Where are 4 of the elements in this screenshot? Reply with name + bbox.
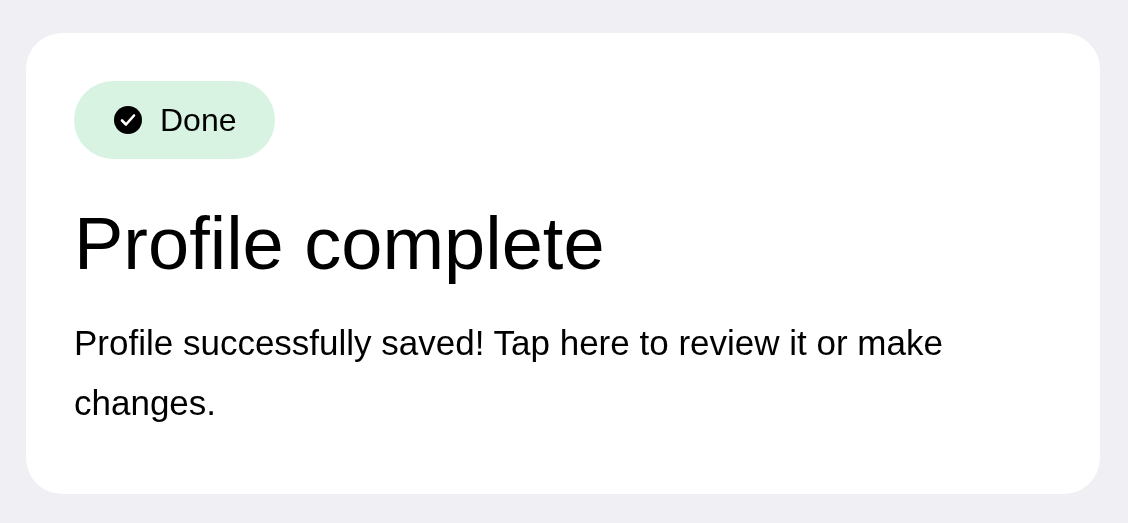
card-title: Profile complete: [74, 201, 605, 287]
card-message: Profile successfully saved! Tap here to review it or make changes.: [74, 322, 944, 424]
badge-label: Done: [160, 101, 237, 139]
check-icon: [114, 106, 142, 134]
